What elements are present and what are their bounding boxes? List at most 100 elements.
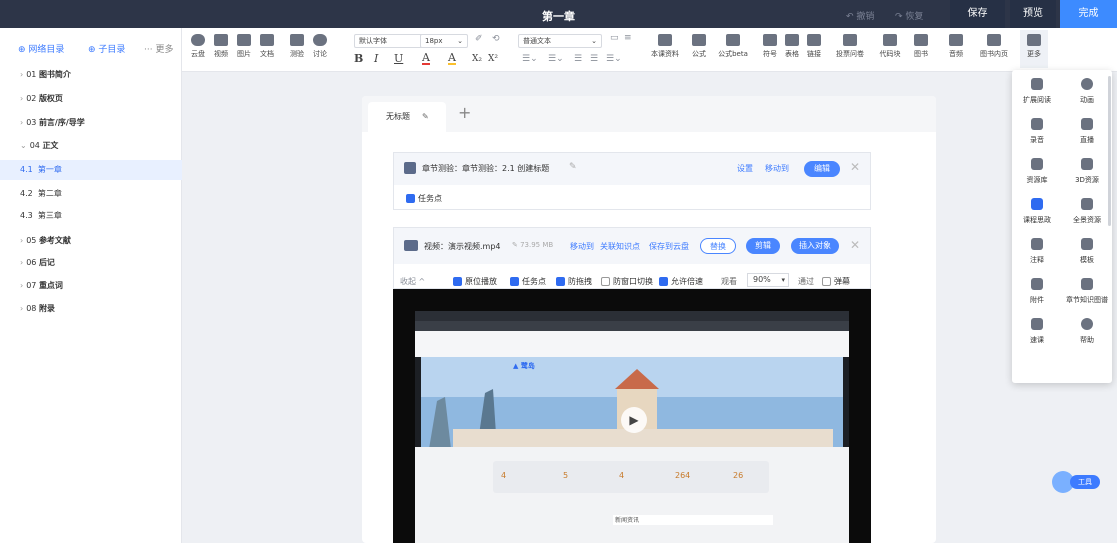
- annotation-item[interactable]: 注释: [1012, 238, 1062, 265]
- video-player[interactable]: ▲ 鹭岛 ▶ 4 5 4 264 26 新闻资讯: [393, 289, 871, 543]
- highlight-button[interactable]: A: [448, 52, 456, 65]
- option-window-switch[interactable]: 防窗口切换: [601, 276, 653, 287]
- outline-item[interactable]: › 05 参考文献: [20, 235, 71, 246]
- insert-object-button[interactable]: 插入对象: [791, 238, 839, 254]
- book-page-button[interactable]: 图书内页: [978, 32, 1010, 59]
- symbol-button[interactable]: 符号: [758, 32, 782, 59]
- outline-item[interactable]: › 07 重点词: [20, 280, 63, 291]
- resource-library-item[interactable]: 资源库: [1012, 158, 1062, 185]
- undo-button[interactable]: ↶ 撤销: [846, 9, 874, 22]
- help-item[interactable]: 帮助: [1062, 318, 1112, 345]
- outline-item[interactable]: › 01 图书简介: [20, 69, 71, 80]
- divider-icon[interactable]: ≡: [624, 33, 632, 43]
- font-size-select[interactable]: 18px ⌄: [420, 34, 468, 48]
- pencil-icon[interactable]: ✎: [422, 112, 429, 121]
- link-button[interactable]: 链接: [802, 32, 826, 59]
- tool-label: 文档: [260, 50, 274, 58]
- video-button[interactable]: 视频: [209, 32, 233, 59]
- scrollbar[interactable]: [1108, 76, 1111, 226]
- close-icon[interactable]: ✕: [850, 238, 860, 252]
- preview-button[interactable]: 预览: [1010, 0, 1056, 28]
- video-move-link[interactable]: 移动到: [570, 241, 594, 252]
- book-button[interactable]: 图书: [909, 32, 933, 59]
- quiz-task-checkbox[interactable]: 任务点: [406, 193, 442, 204]
- video-save-cloud[interactable]: 保存到云盘: [649, 241, 689, 252]
- option-antidrag[interactable]: 防拖拽: [556, 276, 592, 287]
- formula-beta-button[interactable]: 公式beta: [715, 32, 751, 59]
- cloud-button[interactable]: 云盘: [186, 32, 210, 59]
- outline-item[interactable]: › 08 附录: [20, 303, 55, 314]
- play-icon[interactable]: ▶: [621, 407, 647, 433]
- outline-item[interactable]: 4.2 第二章: [20, 188, 62, 199]
- quote-icon[interactable]: ▭: [610, 33, 619, 43]
- discussion-button[interactable]: 讨论: [308, 32, 332, 59]
- template-item[interactable]: 模板: [1062, 238, 1112, 265]
- italic-button[interactable]: I: [374, 52, 378, 65]
- quiz-button[interactable]: 测验: [285, 32, 309, 59]
- outline-item[interactable]: › 02 版权页: [20, 93, 63, 104]
- align-center-icon[interactable]: ☰⌄: [548, 54, 564, 64]
- superscript-button[interactable]: X²: [488, 54, 498, 64]
- video-replace-button[interactable]: 替换: [700, 238, 736, 254]
- knowledge-graph-item[interactable]: 章节知识图谱: [1062, 278, 1112, 305]
- add-tab-button[interactable]: +: [458, 103, 471, 122]
- table-button[interactable]: 表格: [780, 32, 804, 59]
- format-brush-icon[interactable]: ⟲: [492, 34, 500, 44]
- document-button[interactable]: 文档: [255, 32, 279, 59]
- paragraph-select[interactable]: 普通文本 ⌄: [518, 34, 602, 48]
- indent-icon[interactable]: ☰⌄: [606, 54, 622, 64]
- redo-button[interactable]: ↷ 恢复: [895, 9, 923, 22]
- code-block-button[interactable]: 代码块: [875, 32, 905, 59]
- outline-item[interactable]: ⌄ 04 正文: [20, 140, 58, 151]
- option-popup[interactable]: 弹幕: [822, 276, 850, 287]
- quiz-move-link[interactable]: 移动到: [765, 163, 789, 174]
- option-inplace[interactable]: 原位播放: [453, 276, 497, 287]
- video-link-knowledge[interactable]: 关联知识点: [600, 241, 640, 252]
- outline-item[interactable]: › 03 前言/序/导学: [20, 117, 85, 128]
- formula-button[interactable]: 公式: [687, 32, 711, 59]
- outline-more-button[interactable]: ··· 更多: [144, 42, 173, 55]
- ordered-list-icon[interactable]: ☰: [574, 54, 582, 64]
- pencil-icon[interactable]: ✎: [569, 162, 577, 172]
- video-edit-button[interactable]: 剪辑: [746, 238, 780, 254]
- unordered-list-icon[interactable]: ☰: [590, 54, 598, 64]
- recording-item[interactable]: 录音: [1012, 118, 1062, 145]
- quick-lesson-item[interactable]: 速课: [1012, 318, 1062, 345]
- outline-num: 06: [26, 258, 37, 267]
- align-left-icon[interactable]: ☰⌄: [522, 54, 538, 64]
- bold-button[interactable]: B: [354, 52, 363, 65]
- live-item[interactable]: 直播: [1062, 118, 1112, 145]
- ideology-item[interactable]: 课程思政: [1012, 198, 1062, 225]
- attachment-item[interactable]: 附件: [1012, 278, 1062, 305]
- extended-reading-item[interactable]: 扩展阅读: [1012, 78, 1062, 105]
- subscript-button[interactable]: X₂: [472, 54, 482, 64]
- course-material-button[interactable]: 本课资料: [649, 32, 681, 59]
- outline-item-active[interactable]: 4.1 第一章: [0, 160, 182, 180]
- quiz-settings-link[interactable]: 设置: [737, 163, 753, 174]
- watch-percent-select[interactable]: 90% ▾: [747, 273, 789, 287]
- collapse-button[interactable]: 收起 ^: [400, 276, 425, 287]
- font-color-button[interactable]: A: [422, 52, 430, 65]
- outline-label: 附录: [38, 304, 55, 313]
- add-sub-button[interactable]: ⊕ 子目录: [88, 42, 125, 55]
- quiz-edit-button[interactable]: 编辑: [804, 161, 840, 177]
- clear-format-icon[interactable]: ✐: [475, 34, 483, 44]
- option-task[interactable]: 任务点: [510, 276, 546, 287]
- option-speed[interactable]: 允许倍速: [659, 276, 703, 287]
- save-button[interactable]: 保存: [950, 0, 1005, 28]
- animation-item[interactable]: 动画: [1062, 78, 1112, 105]
- floating-tool-button[interactable]: 工具: [1052, 471, 1102, 493]
- tab-untitled[interactable]: 无标题 ✎: [368, 102, 446, 132]
- outline-item[interactable]: 4.3 第三章: [20, 210, 62, 221]
- done-button[interactable]: 完成: [1060, 0, 1117, 28]
- audio-button[interactable]: 音频: [944, 32, 968, 59]
- panorama-item[interactable]: 全景资源: [1062, 198, 1112, 225]
- poll-button[interactable]: 投票问卷: [832, 32, 868, 59]
- more-button[interactable]: 更多: [1020, 30, 1048, 68]
- close-icon[interactable]: ✕: [850, 160, 860, 174]
- 3d-resource-item[interactable]: 3D资源: [1062, 158, 1112, 185]
- add-outline-button[interactable]: ⊕ 网络目录: [18, 42, 64, 55]
- underline-button[interactable]: U: [394, 52, 403, 65]
- image-button[interactable]: 图片: [232, 32, 256, 59]
- outline-item[interactable]: › 06 后记: [20, 257, 55, 268]
